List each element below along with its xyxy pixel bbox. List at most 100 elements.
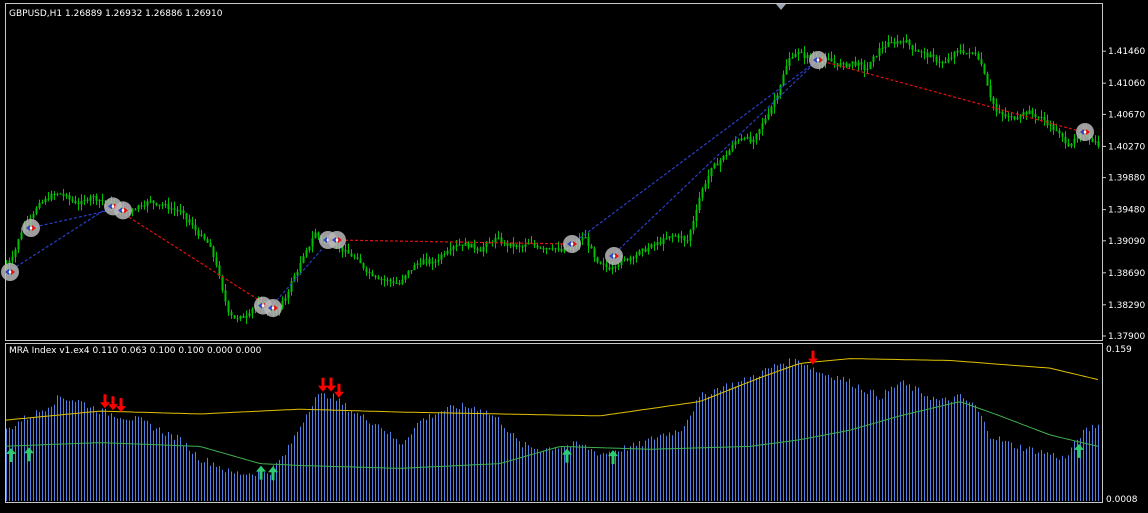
candle-body [302, 256, 305, 263]
price-tick-label: 1.38690 [1108, 269, 1145, 279]
candle-body [974, 52, 977, 54]
candle-body [359, 258, 362, 264]
candle-body [722, 155, 725, 161]
candle-body [431, 262, 434, 264]
price-tick-label: 1.41060 [1108, 79, 1145, 89]
candle-body [617, 264, 620, 267]
candle-body [287, 291, 290, 299]
candle-body [77, 203, 80, 205]
candle-body [245, 315, 248, 318]
candle-body [356, 257, 359, 259]
candle-body [350, 253, 353, 257]
candle-body [164, 204, 167, 206]
candle-body [86, 199, 89, 201]
candle-body [203, 234, 206, 240]
candle-body [1064, 136, 1067, 144]
candle-body [173, 208, 176, 210]
candle-body [740, 138, 743, 141]
candle-body [989, 85, 992, 98]
candle-body [149, 200, 152, 202]
chart-canvas[interactable]: 1.41460 1.41060 1.40670 1.40270 1.39880 1.394… [0, 0, 1148, 509]
candle-body [353, 256, 356, 258]
candle-body [398, 282, 401, 284]
candle-body [980, 59, 983, 65]
candle-body [560, 248, 563, 252]
candle-body [875, 55, 878, 57]
candle-body [941, 62, 944, 64]
candle-body [209, 242, 212, 247]
candle-body [983, 64, 986, 74]
signal-marker-center [8, 270, 12, 274]
candle-body [716, 163, 719, 166]
candle-body [554, 248, 557, 250]
candle-body [665, 238, 668, 240]
candle-body [155, 202, 158, 206]
candle-body [893, 41, 896, 44]
candle-body [881, 47, 884, 49]
candle-body [1094, 141, 1097, 143]
candle-body [986, 73, 989, 86]
candle-body [746, 136, 749, 139]
candle-body [92, 196, 95, 198]
candle-body [56, 193, 59, 195]
candle-body [194, 225, 197, 231]
candle-body [476, 248, 479, 251]
candle-body [971, 52, 974, 54]
candle-body [704, 183, 707, 189]
candle-body [161, 204, 164, 206]
candle-body [650, 244, 653, 248]
candle-body [959, 50, 962, 52]
candle-body [518, 245, 521, 247]
candle-body [305, 250, 308, 257]
candle-body [233, 315, 236, 319]
candle-body [644, 248, 647, 252]
candle-body [215, 257, 218, 266]
candle-body [854, 61, 857, 66]
candle-body [158, 204, 161, 206]
candle-body [1073, 138, 1076, 144]
candle-body [428, 258, 431, 264]
candle-body [20, 232, 23, 240]
candle-body [899, 41, 902, 43]
candle-body [623, 258, 626, 260]
candle-body [770, 106, 773, 114]
candle-body [851, 61, 854, 64]
signal-marker-center [816, 58, 820, 62]
candle-body [317, 232, 320, 237]
candle-body [935, 56, 938, 62]
candle-body [761, 123, 764, 130]
candle-body [536, 245, 539, 248]
candle-body [170, 208, 173, 210]
candle-body [1043, 117, 1046, 121]
candle-body [1061, 133, 1064, 137]
candle-body [62, 193, 65, 196]
candle-body [440, 254, 443, 260]
candle-body [404, 275, 407, 280]
candle-body [788, 58, 791, 66]
candle-body [584, 237, 587, 239]
candle-body [1034, 114, 1037, 117]
candle-body [389, 279, 392, 282]
signal-marker-center [612, 254, 616, 258]
candle-body [647, 247, 650, 252]
candle-body [140, 205, 143, 207]
candle-body [641, 248, 644, 251]
candle-body [614, 266, 617, 268]
candle-body [152, 200, 155, 203]
candle-body [1007, 116, 1010, 118]
candle-body [551, 248, 554, 250]
candle-body [89, 197, 92, 201]
candle-body [443, 253, 446, 255]
candle-body [392, 281, 395, 284]
candle-body [200, 234, 203, 236]
candle-body [998, 111, 1001, 113]
candle-body [635, 254, 638, 258]
candle-body [221, 276, 224, 291]
candle-body [395, 282, 398, 284]
candle-body [1067, 143, 1070, 147]
candle-body [344, 250, 347, 252]
candle-body [992, 97, 995, 104]
candle-body [296, 271, 299, 276]
candle-body [482, 247, 485, 252]
candle-body [50, 193, 53, 200]
